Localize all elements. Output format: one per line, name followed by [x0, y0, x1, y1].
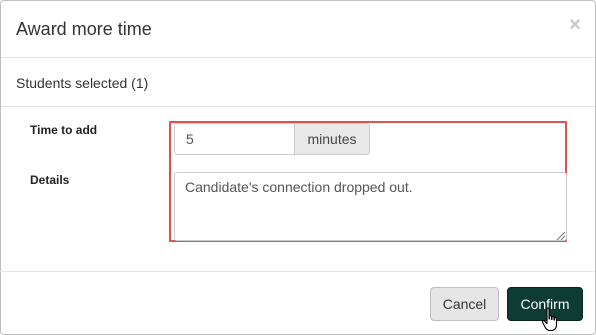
minutes-addon: minutes: [294, 123, 370, 155]
students-selected-row: Students selected (1): [1, 58, 595, 107]
details-label: Details: [30, 173, 70, 187]
cancel-button[interactable]: Cancel: [430, 287, 499, 321]
resize-grip-icon[interactable]: [556, 231, 565, 240]
details-textarea[interactable]: Candidate's connection dropped out.: [174, 172, 567, 241]
dialog-header: Award more time ×: [1, 1, 595, 58]
time-to-add-input[interactable]: [174, 123, 295, 155]
close-icon[interactable]: ×: [567, 15, 583, 35]
dialog-title: Award more time: [16, 19, 152, 39]
time-to-add-label: Time to add: [30, 123, 98, 137]
dialog-footer: [0, 271, 594, 334]
hand-pointer-icon: [541, 307, 558, 332]
students-selected-label: Students selected (1): [16, 75, 149, 91]
